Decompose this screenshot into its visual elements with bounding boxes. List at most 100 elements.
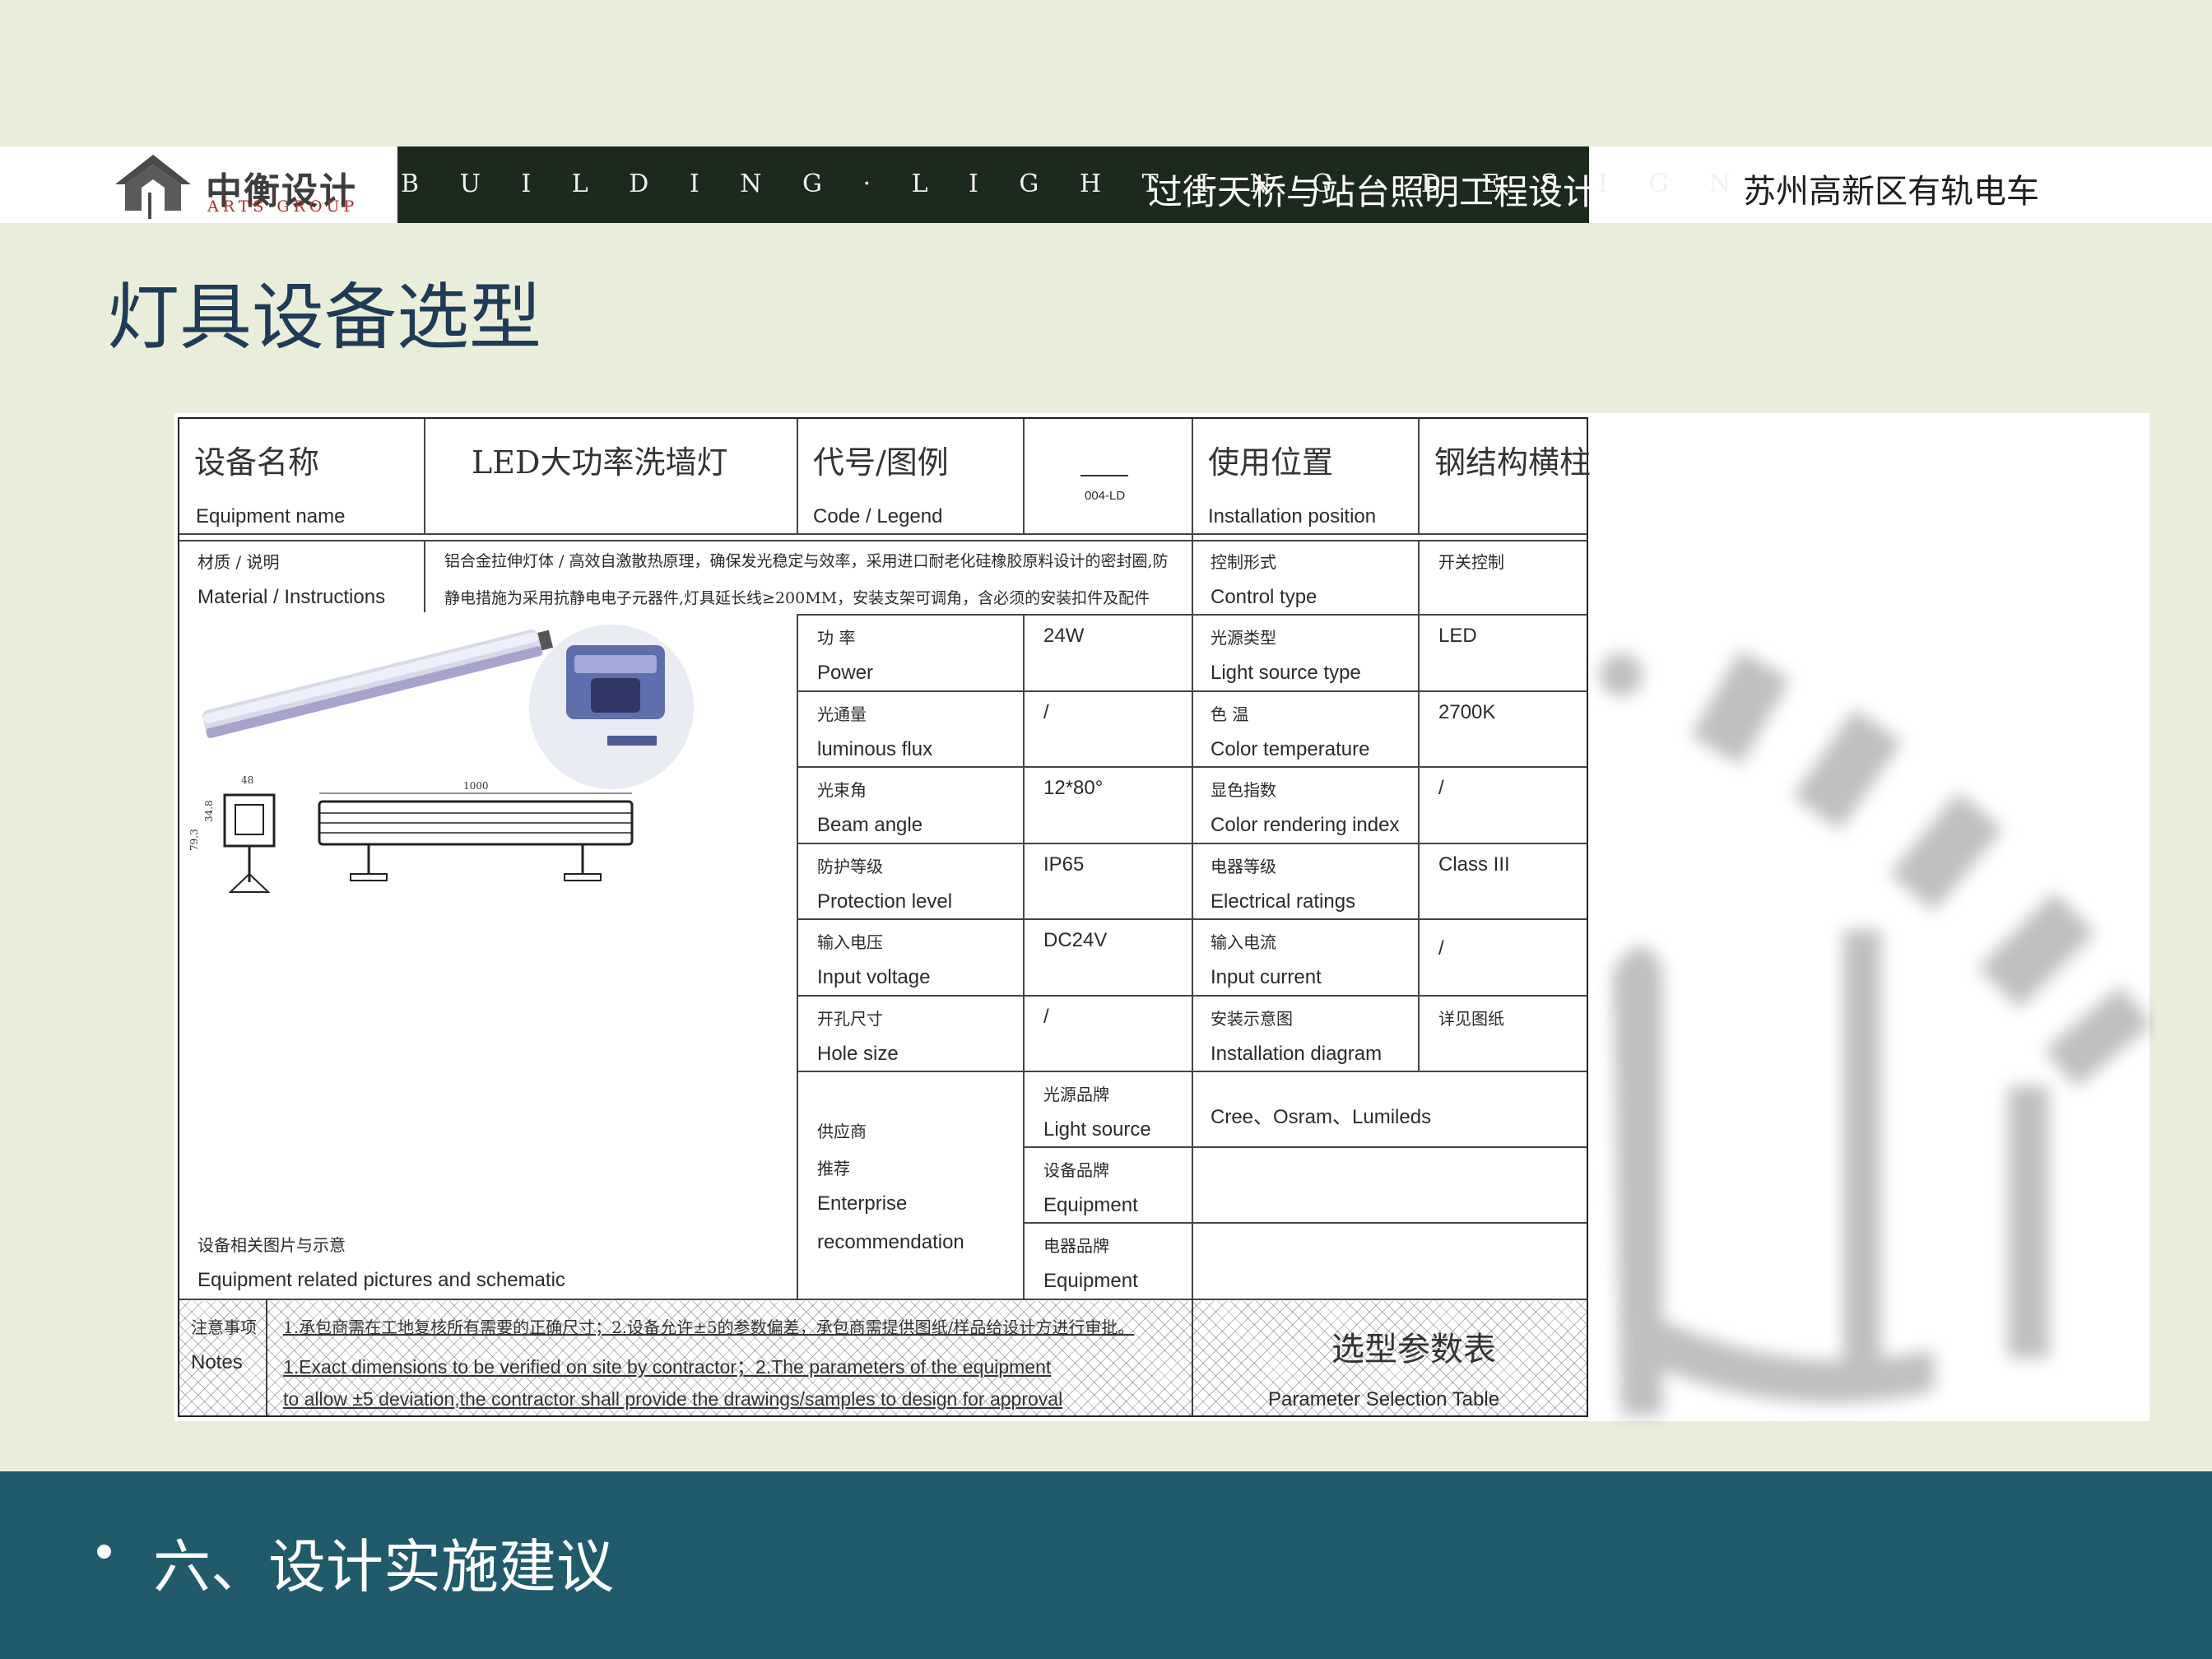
param-value: DC24V (1043, 929, 1108, 951)
project-name: 苏州高新区有轨电车 (1743, 173, 2039, 211)
param-label: 安装示意图 (1211, 1009, 1293, 1029)
pictures-caption-en: Equipment related pictures and schematic (198, 1269, 565, 1291)
param-label: 开孔尺寸 (817, 1009, 883, 1029)
param-label-en: Beam angle (817, 814, 923, 836)
table-divider (1023, 1146, 1587, 1148)
control-label-en: Control type (1211, 586, 1317, 608)
table-divider (179, 1299, 1587, 1300)
legend-symbol (1080, 475, 1128, 476)
equipment-name-label-en: Equipment name (196, 505, 346, 527)
param-label-en: Hole size (817, 1043, 899, 1065)
product-image: 48 34.8 79.3 1000 (179, 612, 747, 933)
param-value: 2700K (1438, 701, 1496, 723)
table-divider (1418, 540, 1420, 1071)
param-value: / (1043, 1006, 1049, 1028)
dimension-h1: 34.8 (203, 800, 215, 822)
table-divider (797, 614, 798, 1299)
param-label-en: Light source type (1211, 662, 1361, 684)
table-divider (424, 540, 425, 614)
material-label: 材质 / 说明 (198, 552, 280, 572)
dimension-width: 48 (241, 774, 253, 786)
equipment-name-value: LED大功率洗墙灯 (472, 444, 728, 481)
brand-label-en: Light source (1043, 1118, 1151, 1141)
control-label: 控制形式 (1211, 552, 1276, 572)
supplier-label: 推荐 (817, 1159, 850, 1178)
control-value: 开关控制 (1438, 552, 1504, 572)
company-logo-icon (115, 155, 191, 219)
brand-label: 光源品牌 (1043, 1085, 1109, 1104)
table-name: 选型参数表 (1331, 1331, 1496, 1369)
brand-label: 设备品牌 (1043, 1160, 1109, 1180)
param-value: 详见图纸 (1438, 1009, 1504, 1029)
page-title: 灯具设备选型 (107, 275, 542, 360)
param-label: 显色指数 (1211, 780, 1276, 800)
dimension-length: 1000 (463, 780, 489, 792)
param-value: 12*80° (1043, 777, 1104, 799)
param-value: LED (1438, 625, 1477, 647)
position-value: 钢结构横柱 (1434, 444, 1592, 481)
notes-text-cn: 1.承包商需在工地复核所有需要的正确尺寸；2.设备允许±5的参数偏差，承包商需提… (283, 1317, 1135, 1337)
param-value: 24W (1043, 625, 1085, 647)
param-label-en: Power (817, 662, 874, 684)
watermark-image (1600, 650, 2153, 1415)
table-divider (1192, 419, 1193, 1415)
param-label: 防护等级 (817, 857, 883, 876)
pictures-caption: 设备相关图片与示意 (198, 1235, 346, 1255)
param-label: 光通量 (817, 704, 867, 724)
table-divider (1418, 419, 1420, 533)
supplier-label-en: Enterprise (817, 1192, 908, 1215)
supplier-label-en: recommendation (817, 1231, 964, 1253)
param-label: 功 率 (817, 628, 856, 648)
notes-text-en1: 1.Exact dimensions to be verified on sit… (283, 1356, 1052, 1378)
material-text-line2: 静电措施为采用抗静电电子元器件,灯具延长线≥200MM，安装支架可调角，含必须的… (444, 589, 1150, 607)
param-value: / (1438, 937, 1444, 960)
param-label-en: Protection level (817, 890, 953, 913)
table-divider (1023, 614, 1025, 1299)
notes-label-en: Notes (191, 1351, 243, 1373)
position-label-en: Installation position (1208, 505, 1377, 527)
brand-label: 电器品牌 (1043, 1236, 1109, 1256)
param-value: Class III (1438, 853, 1510, 876)
param-label: 光源类型 (1211, 628, 1276, 648)
logo-subtext: ARTS GROUP (207, 198, 359, 216)
param-label-en: luminous flux (817, 738, 933, 760)
param-label-en: Color temperature (1211, 738, 1370, 760)
dimension-h2: 79.3 (188, 829, 200, 851)
brand-label-en: Equipment (1043, 1270, 1138, 1292)
code-value: 004-LD (1085, 489, 1126, 503)
spec-table: 设备名称 Equipment name LED大功率洗墙灯 代号/图例 Code… (178, 417, 1592, 1417)
notes-label: 注意事项 (191, 1317, 257, 1337)
param-label: 输入电流 (1211, 932, 1276, 952)
material-label-en: Material / Instructions (198, 586, 386, 608)
footer-section-title: 六、设计实施建议 (153, 1533, 614, 1601)
param-label-en: Electrical ratings (1211, 890, 1356, 913)
supplier-label: 供应商 (817, 1122, 867, 1141)
param-value: / (1438, 777, 1444, 799)
notes-text-en2: to allow ±5 deviation,the contractor sha… (283, 1388, 1063, 1410)
param-label: 光束角 (817, 780, 867, 800)
brand-label-en: Equipment (1043, 1194, 1138, 1216)
param-label-en: Color rendering index (1211, 814, 1400, 836)
param-label-en: Input voltage (817, 966, 931, 988)
brand-value: Cree、Osram、Lumileds (1211, 1106, 1432, 1128)
banner-title: 过街天桥与站台照明工程设计 (1148, 172, 1598, 212)
table-divider (179, 533, 1587, 535)
param-label-en: Input current (1211, 966, 1322, 988)
code-label-en: Code / Legend (813, 505, 943, 527)
material-text-line1: 铝合金拉伸灯体 / 高效自激散热原理，确保发光稳定与效率，采用进口耐老化硅橡胶原… (444, 552, 1169, 570)
table-divider (1023, 1222, 1587, 1224)
table-name-en: Parameter Selection Table (1268, 1388, 1500, 1410)
param-label: 电器等级 (1211, 857, 1276, 876)
table-divider (179, 540, 1587, 541)
equipment-name-label: 设备名称 (194, 444, 320, 481)
param-label: 色 温 (1211, 704, 1249, 724)
position-label: 使用位置 (1208, 444, 1334, 481)
param-label-en: Installation diagram (1211, 1043, 1382, 1065)
table-divider (797, 419, 798, 533)
table-divider (1023, 419, 1025, 533)
param-value: / (1043, 701, 1049, 723)
table-divider (424, 419, 425, 533)
param-label: 输入电压 (817, 932, 883, 952)
bullet-icon (97, 1545, 111, 1559)
code-label: 代号/图例 (813, 444, 949, 481)
